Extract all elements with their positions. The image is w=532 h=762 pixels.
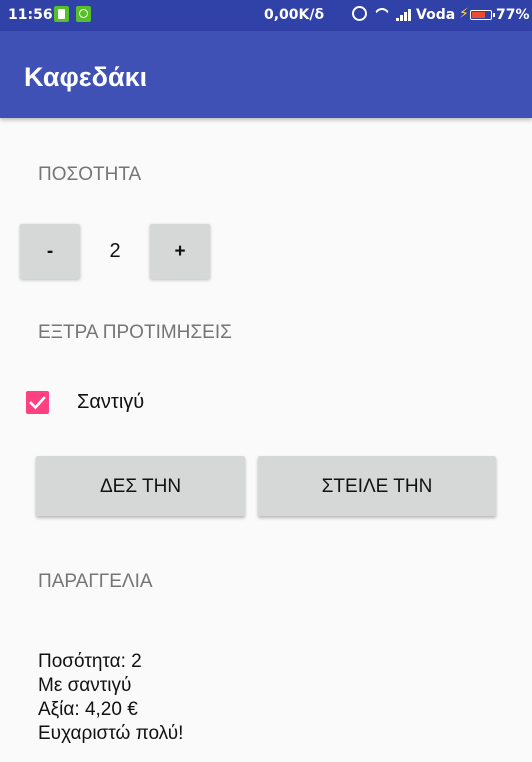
signal-icon: [396, 9, 414, 21]
status-bar: 11:56 0,00K/δ Voda ⚡ 77%: [0, 0, 532, 31]
carrier-name: Voda: [416, 7, 456, 23]
charging-icon: ⚡: [459, 6, 469, 22]
wifi-icon: [374, 8, 390, 20]
battery-percent: 77%: [496, 7, 530, 23]
order-summary: Ποσότητα: 2 Με σαντιγύ Αξία: 4,20 € Ευχα…: [38, 650, 183, 746]
summary-line-cream: Με σαντιγύ: [38, 675, 132, 696]
network-speed: 0,00K/δ: [264, 7, 325, 23]
increment-button[interactable]: +: [150, 224, 210, 279]
status-time: 11:56: [8, 7, 53, 23]
app-title: Καφεδάκι: [24, 62, 148, 92]
alarm-icon: [352, 6, 367, 21]
check-icon: [29, 396, 46, 410]
summary-line-thanks: Ευχαριστώ πολύ!: [38, 723, 184, 744]
whipped-cream-checkbox[interactable]: [26, 391, 49, 414]
quantity-heading: ΠΟΣΟΤΗΤΑ: [38, 164, 142, 185]
whipped-cream-label[interactable]: Σαντιγύ: [77, 391, 144, 414]
order-heading: ΠΑΡΑΓΓΕΛΙΑ: [38, 571, 153, 592]
summary-line-price: Αξία: 4,20 €: [38, 699, 138, 720]
battery-notification-icon: [54, 6, 69, 22]
send-order-button[interactable]: ΣΤΕΙΛΕ ΤΗΝ: [258, 456, 496, 516]
summary-line-quantity: Ποσότητα: 2: [38, 651, 142, 672]
battery-icon: [470, 10, 495, 20]
quantity-value: 2: [109, 240, 121, 262]
view-order-button[interactable]: ΔΕΣ ΤΗΝ: [36, 456, 245, 516]
app-bar: Καφεδάκι: [0, 31, 532, 118]
android-notification-icon: [76, 6, 91, 22]
extras-heading: ΕΞΤΡΑ ΠΡΟΤΙΜΗΣΕΙΣ: [38, 322, 232, 343]
decrement-button[interactable]: -: [20, 224, 80, 279]
